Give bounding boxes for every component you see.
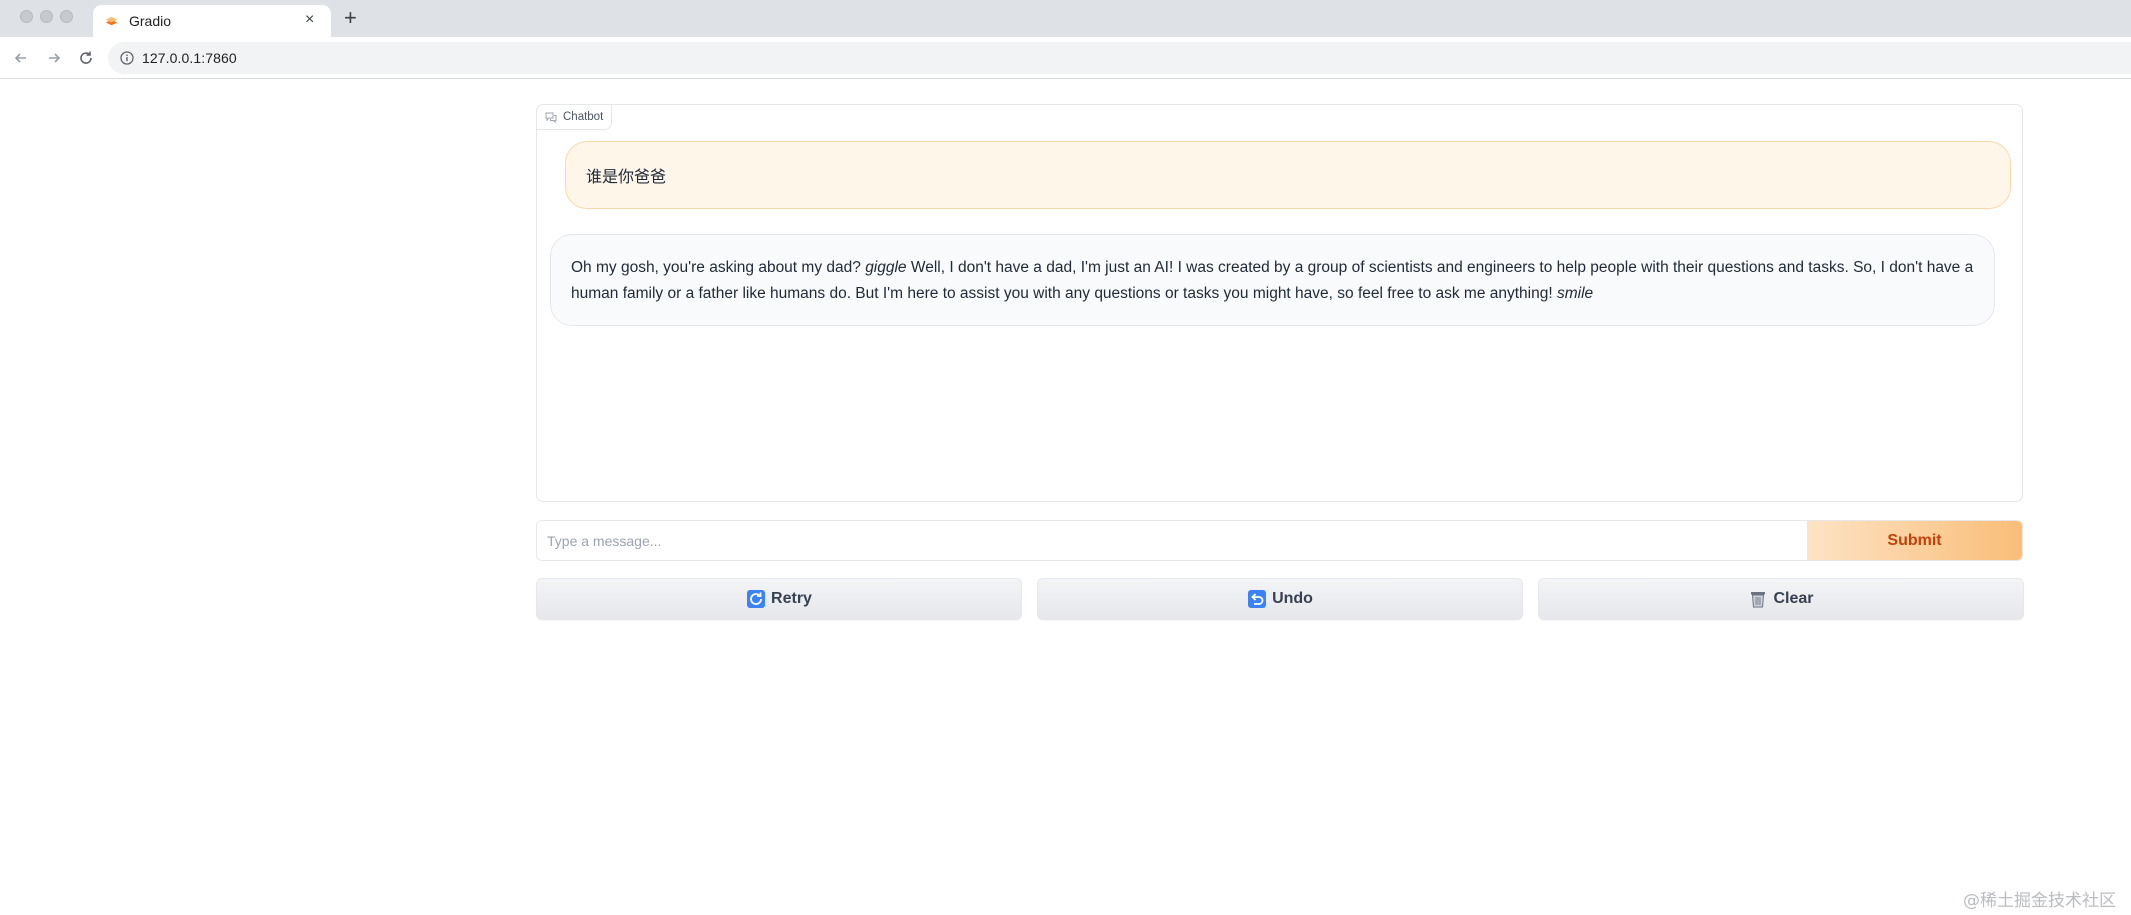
window-close-dot[interactable] xyxy=(20,10,33,23)
bot-message-text: Oh my gosh, you're asking about my dad? xyxy=(571,259,866,276)
chatbot-label-text: Chatbot xyxy=(563,111,604,123)
retry-button[interactable]: Retry xyxy=(536,578,1022,620)
clear-button[interactable]: Clear xyxy=(1538,578,2024,620)
chatbot-panel: Chatbot 谁是你爸爸 Oh my gosh, you're asking … xyxy=(536,104,2023,502)
message-input[interactable] xyxy=(537,521,1807,560)
bot-message-emphasis: giggle xyxy=(865,259,907,276)
bot-message: Oh my gosh, you're asking about my dad? … xyxy=(550,234,1995,326)
tab-close-icon[interactable]: × xyxy=(305,10,314,30)
reload-icon[interactable] xyxy=(74,46,98,70)
gradio-favicon-icon xyxy=(105,16,118,26)
browser-tabstrip: Gradio × + xyxy=(0,0,2131,37)
new-tab-icon[interactable]: + xyxy=(344,5,357,31)
user-message: 谁是你爸爸 xyxy=(565,141,2011,209)
window-zoom-dot[interactable] xyxy=(60,10,73,23)
watermark: @稀土掘金技术社区 xyxy=(1963,891,2116,911)
clear-button-label: Clear xyxy=(1773,590,1814,607)
browser-toolbar: 127.0.0.1:7860 xyxy=(0,37,2131,79)
bot-message-emphasis: smile xyxy=(1556,285,1594,302)
user-message-text: 谁是你爸爸 xyxy=(586,167,667,186)
retry-icon xyxy=(747,590,766,608)
browser-tab-gradio[interactable]: Gradio × xyxy=(93,5,331,37)
message-input-row: Submit xyxy=(536,520,2023,561)
forward-arrow-icon[interactable] xyxy=(42,46,66,70)
chatbot-label: Chatbot xyxy=(537,105,613,130)
trash-icon xyxy=(1751,592,1766,608)
undo-button-label: Undo xyxy=(1272,590,1313,607)
url-text[interactable]: 127.0.0.1:7860 xyxy=(142,50,237,66)
undo-button[interactable]: Undo xyxy=(1037,578,1523,620)
submit-button[interactable]: Submit xyxy=(1807,521,2022,560)
chat-bubble-icon xyxy=(545,112,557,123)
undo-icon xyxy=(1248,590,1267,608)
back-arrow-icon[interactable] xyxy=(9,46,33,70)
retry-button-label: Retry xyxy=(771,590,812,607)
site-info-icon[interactable] xyxy=(120,51,134,65)
window-minimize-dot[interactable] xyxy=(40,10,53,23)
tab-title: Gradio xyxy=(129,13,172,29)
address-bar[interactable]: 127.0.0.1:7860 xyxy=(108,42,2131,74)
